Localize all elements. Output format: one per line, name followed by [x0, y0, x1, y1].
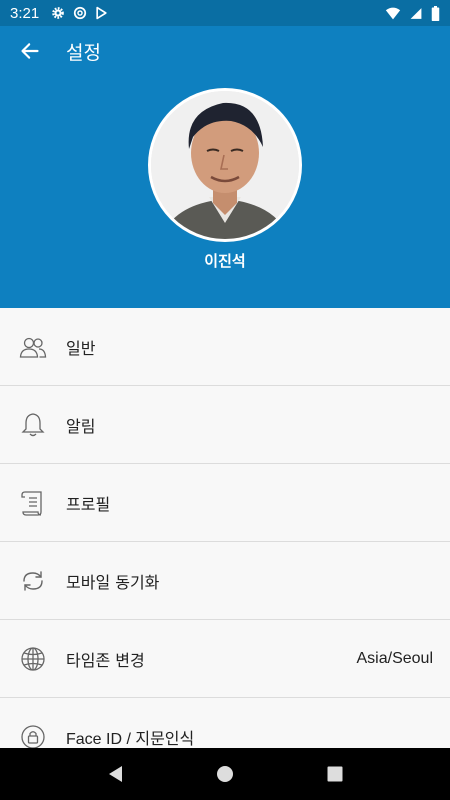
setting-profile[interactable]: 프로필	[0, 464, 450, 542]
setting-timezone[interactable]: 타임존 변경 Asia/Seoul	[0, 620, 450, 698]
arrow-left-icon	[21, 43, 39, 59]
square-recents-icon	[327, 766, 343, 782]
setting-general[interactable]: 일반	[0, 308, 450, 386]
play-store-icon	[96, 6, 107, 20]
nav-back-button[interactable]	[95, 754, 135, 794]
bell-icon	[21, 412, 45, 436]
navigation-bar	[0, 748, 450, 800]
timezone-value: Asia/Seoul	[356, 649, 434, 667]
page-title: 설정	[66, 41, 101, 64]
user-name: 이진석	[204, 252, 246, 270]
cell-signal-icon	[410, 7, 422, 19]
status-time: 3:21	[10, 4, 40, 22]
wifi-icon	[385, 7, 401, 19]
settings-gear-icon	[52, 7, 65, 19]
profile-header: 설정 이진석	[0, 26, 450, 308]
back-button[interactable]	[0, 26, 60, 76]
setting-label: Face ID / 지문인식	[66, 730, 195, 748]
setting-label: 타임존 변경	[66, 650, 145, 670]
settings-list: 일반 알림 프로필 모바일 동기화 타임존 변경 Asia/Seoul Face…	[0, 308, 450, 776]
lock-icon	[21, 724, 45, 749]
setting-notifications[interactable]: 알림	[0, 386, 450, 464]
setting-label: 일반	[66, 338, 96, 358]
avatar[interactable]	[148, 88, 302, 242]
setting-label: 알림	[66, 416, 96, 436]
setting-label: 프로필	[66, 494, 111, 514]
profile-photo	[151, 91, 299, 239]
setting-mobile-sync[interactable]: 모바일 동기화	[0, 542, 450, 620]
nav-home-button[interactable]	[205, 754, 245, 794]
scroll-icon	[21, 490, 42, 516]
battery-icon	[431, 5, 440, 21]
circle-home-icon	[217, 766, 233, 782]
triangle-back-icon	[109, 766, 122, 782]
toolbar: 설정	[0, 26, 450, 76]
setting-label: 모바일 동기화	[66, 572, 160, 592]
users-icon	[19, 337, 47, 358]
nav-recents-button[interactable]	[315, 754, 355, 794]
at-sign-icon	[74, 6, 87, 20]
status-bar: 3:21	[0, 0, 450, 26]
sync-icon	[23, 570, 43, 591]
globe-icon	[21, 646, 45, 671]
